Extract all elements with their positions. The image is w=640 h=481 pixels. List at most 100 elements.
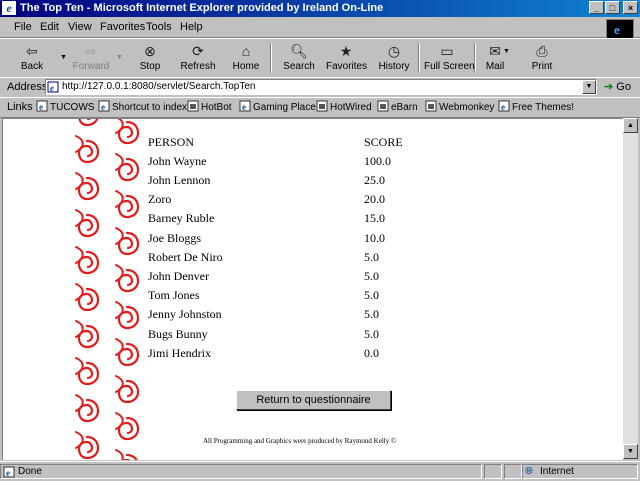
link-webmonkey[interactable]: Webmonkey xyxy=(425,100,494,113)
return-to-questionnaire-button[interactable]: Return to questionnaire xyxy=(236,390,391,410)
swirl-ornament xyxy=(74,393,100,423)
swirl-ornament xyxy=(74,119,100,127)
link-free-themes[interactable]: e Free Themes! xyxy=(498,100,574,113)
swirl-ornament xyxy=(74,430,100,460)
links-label: Links xyxy=(7,101,33,113)
person-name: Tom Jones xyxy=(148,288,200,302)
status-panel xyxy=(484,464,502,479)
status-text: Done xyxy=(18,466,42,477)
menu-view[interactable]: View xyxy=(68,21,92,33)
search-button[interactable]: 🔍︎ Search xyxy=(280,41,318,75)
person-name: Bugs Bunny xyxy=(148,327,208,341)
credit-text: All Programming and Graphics were produc… xyxy=(203,437,397,445)
link-hotbot[interactable]: HotBot xyxy=(187,100,232,113)
web-page-icon xyxy=(187,100,199,112)
go-arrow-icon: ➔ xyxy=(604,81,614,93)
score-column-header: SCORE xyxy=(364,135,403,149)
swirl-ornament xyxy=(114,152,140,182)
ie-page-icon: e xyxy=(36,100,48,112)
home-button[interactable]: ⌂ Home xyxy=(228,41,264,75)
refresh-button[interactable]: ⟳ Refresh xyxy=(178,41,218,75)
person-name: Jenny Johnston xyxy=(148,307,222,321)
ie-throbber-logo: e xyxy=(606,19,634,39)
title-bar[interactable]: e The Top Ten - Microsoft Internet Explo… xyxy=(0,0,640,17)
person-name: Barney Ruble xyxy=(148,211,215,225)
menu-edit[interactable]: Edit xyxy=(40,21,59,33)
page-content[interactable]: PERSON SCORE John Wayne 100.0 John Lenno… xyxy=(2,118,623,460)
stop-button[interactable]: ⊗ Stop xyxy=(132,41,168,75)
svg-text:e: e xyxy=(50,83,54,93)
swirl-ornament xyxy=(114,337,140,367)
web-page-icon xyxy=(377,100,389,112)
full-screen-button[interactable]: ▭ Full Screen xyxy=(424,41,475,75)
stop-icon: ⊗ xyxy=(144,43,156,59)
back-dropdown-icon[interactable]: ▼ xyxy=(60,54,67,61)
swirl-ornament xyxy=(114,411,140,441)
address-label: Address xyxy=(7,81,48,93)
back-button[interactable]: ⇦ Back xyxy=(14,41,50,75)
menu-file[interactable]: File xyxy=(14,21,32,33)
link-gaming-place[interactable]: e Gaming Place xyxy=(239,100,316,113)
home-icon: ⌂ xyxy=(241,43,251,59)
window-title: The Top Ten - Microsoft Internet Explore… xyxy=(20,2,384,14)
standard-toolbar: ⇦ Back ▼ ⇨ Forward ▼ ⊗ Stop ⟳ Refresh ⌂ … xyxy=(0,38,640,78)
address-dropdown-icon[interactable]: ▼ xyxy=(582,80,596,94)
link-ebarn[interactable]: eBarn xyxy=(377,100,418,113)
link-tucows[interactable]: e TUCOWS xyxy=(36,100,94,113)
person-name: John Lennon xyxy=(148,173,211,187)
status-panel xyxy=(504,464,522,479)
address-input[interactable]: e http://127.0.0.1:8080/servlet/Search.T… xyxy=(45,79,597,95)
menu-favorites[interactable]: Favorites xyxy=(100,21,145,33)
swirl-ornament xyxy=(74,245,100,275)
web-page-icon xyxy=(316,100,328,112)
swirl-ornament xyxy=(74,282,100,312)
swirl-ornament xyxy=(74,134,100,164)
ie-icon: e xyxy=(2,1,16,15)
score-value: 5.0 xyxy=(364,288,379,302)
person-name: Zoro xyxy=(148,192,172,206)
score-value: 0.0 xyxy=(364,346,379,360)
score-value: 5.0 xyxy=(364,327,379,341)
person-column-header: PERSON xyxy=(148,135,195,149)
favorites-button[interactable]: ★ Favorites xyxy=(326,41,367,75)
score-value: 15.0 xyxy=(364,211,385,225)
score-value: 5.0 xyxy=(364,307,379,321)
score-value: 10.0 xyxy=(364,231,385,245)
address-url: http://127.0.0.1:8080/servlet/Search.Top… xyxy=(62,81,256,92)
security-zone-panel: 🌐︎ Internet xyxy=(522,464,638,479)
zone-text: Internet xyxy=(540,466,574,477)
score-value: 100.0 xyxy=(364,154,391,168)
scroll-down-icon[interactable]: ▼ xyxy=(623,444,638,459)
swirl-ornament xyxy=(114,226,140,256)
link-shortcut-to-index[interactable]: e Shortcut to index xyxy=(98,100,187,113)
person-name: Joe Bloggs xyxy=(148,231,202,245)
mail-button[interactable]: ✉ Mail xyxy=(480,41,510,75)
mail-dropdown-icon[interactable]: ▼ xyxy=(503,48,510,55)
address-bar: Address e http://127.0.0.1:8080/servlet/… xyxy=(0,77,640,97)
mail-icon: ✉ xyxy=(489,43,501,59)
person-name: Jimi Hendrix xyxy=(148,346,211,360)
toolbar-separator xyxy=(418,43,420,73)
menu-tools[interactable]: Tools xyxy=(146,21,172,33)
forward-button[interactable]: ⇨ Forward xyxy=(70,41,112,75)
link-hotwired[interactable]: HotWired xyxy=(316,100,372,113)
history-button[interactable]: ◷ History xyxy=(376,41,412,75)
scroll-up-icon[interactable]: ▲ xyxy=(623,118,638,133)
svg-text:e: e xyxy=(242,102,246,112)
person-name: Robert De Niro xyxy=(148,250,223,264)
swirl-ornament xyxy=(114,119,140,145)
minimize-button[interactable]: _ xyxy=(589,1,604,14)
full-screen-icon: ▭ xyxy=(440,43,454,59)
svg-text:e: e xyxy=(6,468,10,478)
go-button[interactable]: ➔ Go xyxy=(604,80,631,93)
web-page-icon xyxy=(425,100,437,112)
maximize-button[interactable]: □ xyxy=(605,1,620,14)
forward-dropdown-icon[interactable]: ▼ xyxy=(116,54,123,61)
menu-help[interactable]: Help xyxy=(180,21,203,33)
close-button[interactable]: × xyxy=(623,1,638,14)
ie-page-icon: e xyxy=(498,100,510,112)
print-button[interactable]: ⎙ Print xyxy=(526,41,558,75)
vertical-scrollbar[interactable]: ▲ ▼ xyxy=(623,118,638,459)
page-done-icon: e xyxy=(3,466,15,478)
swirl-ornament xyxy=(74,171,100,201)
